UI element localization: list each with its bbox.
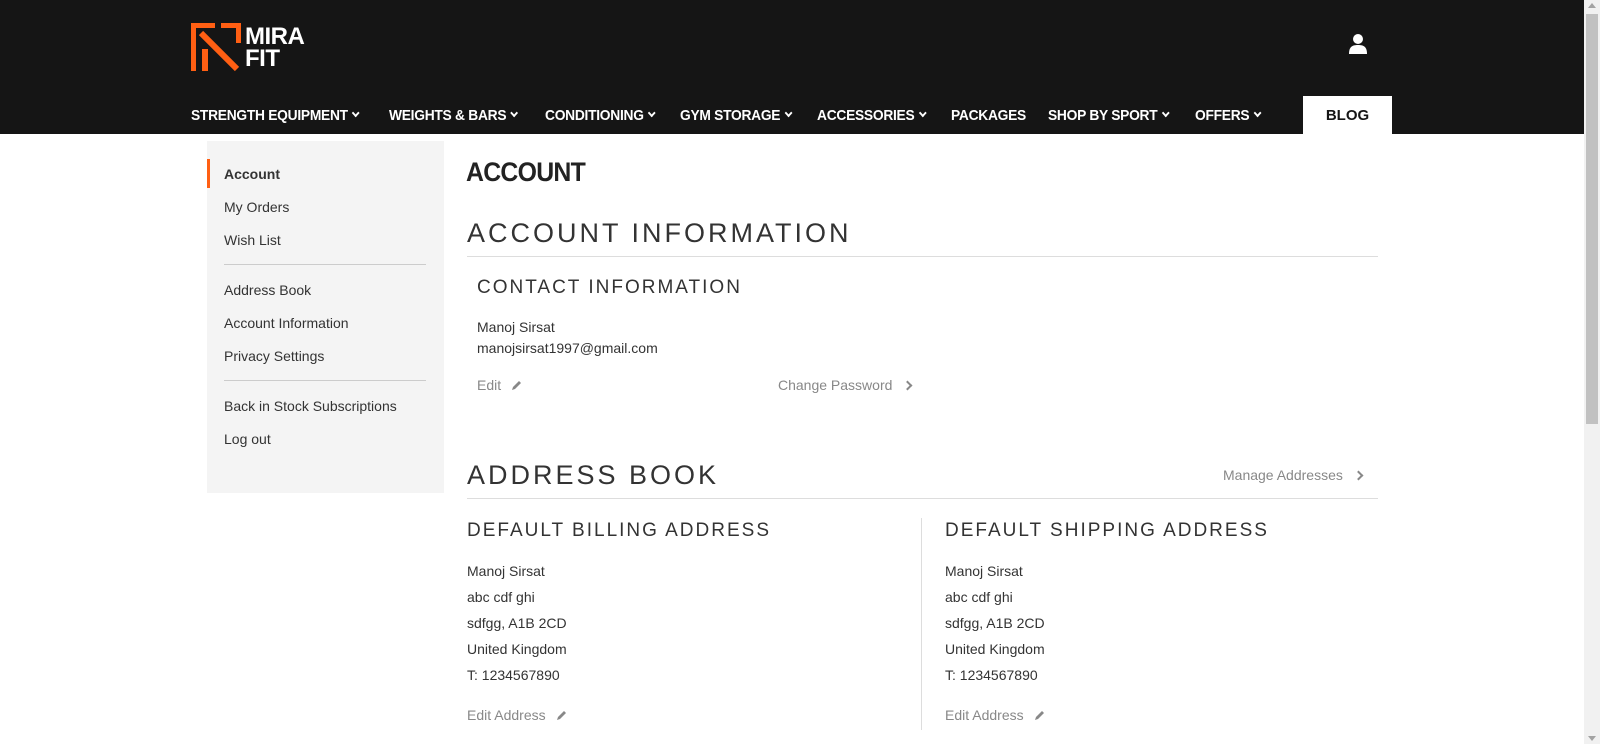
scroll-down-arrow-icon[interactable] [1588, 736, 1596, 741]
nav-shop-by-sport[interactable]: SHOP BY SPORT [1048, 106, 1171, 124]
edit-address-label: Edit Address [945, 707, 1024, 723]
edit-contact-link[interactable]: Edit [477, 377, 523, 393]
address-book-heading: ADDRESS BOOK [467, 460, 720, 490]
chevron-down-icon [511, 108, 519, 118]
mirafit-logo[interactable]: MIRA FIT [191, 22, 341, 74]
change-password-label: Change Password [778, 377, 893, 393]
chevron-right-icon [1353, 470, 1364, 480]
nav-packages[interactable]: PACKAGES [951, 107, 1026, 124]
blog-button[interactable]: BLOG [1303, 96, 1392, 134]
contact-email: manojsirsat1997@gmail.com [477, 340, 658, 356]
nav-conditioning[interactable]: CONDITIONING [544, 106, 656, 124]
shipping-line: sdfgg, A1B 2CD [945, 615, 1045, 631]
edit-address-label: Edit Address [467, 707, 546, 723]
sidebar-item-account-information[interactable]: Account Information [207, 306, 444, 339]
account-sidebar: Account My Orders Wish List Address Book… [207, 141, 444, 493]
billing-line: T: 1234567890 [467, 667, 560, 683]
chevron-down-icon [1162, 108, 1171, 118]
edit-shipping-address-link[interactable]: Edit Address [945, 707, 1046, 723]
chevron-down-icon [647, 108, 656, 118]
billing-line: Manoj Sirsat [467, 563, 545, 579]
chevron-right-icon [902, 380, 913, 390]
nav-gym-storage[interactable]: GYM STORAGE [680, 106, 793, 124]
logo-text: MIRA FIT [245, 25, 305, 72]
edit-label: Edit [477, 377, 502, 393]
billing-address-heading: DEFAULT BILLING ADDRESS [467, 520, 771, 541]
sidebar-item-back-in-stock[interactable]: Back in Stock Subscriptions [207, 389, 444, 422]
sidebar-divider [224, 264, 426, 265]
sidebar-item-my-orders[interactable]: My Orders [207, 190, 444, 223]
nav-label: OFFERS [1195, 106, 1250, 124]
edit-billing-address-link[interactable]: Edit Address [467, 707, 568, 723]
contact-information-heading: CONTACT INFORMATION [477, 277, 742, 298]
shipping-address-heading: DEFAULT SHIPPING ADDRESS [945, 520, 1269, 541]
pencil-icon [556, 711, 566, 720]
logo-line-2: FIT [245, 45, 280, 72]
shipping-line: United Kingdom [945, 641, 1045, 657]
sidebar-item-log-out[interactable]: Log out [207, 422, 444, 455]
chevron-down-icon [918, 108, 927, 118]
sidebar-item-address-book[interactable]: Address Book [207, 273, 444, 306]
pencil-icon [1034, 711, 1044, 720]
scrollbar-thumb[interactable] [1586, 14, 1598, 424]
pencil-icon [512, 381, 522, 390]
chevron-down-icon [1254, 108, 1262, 118]
vertical-scrollbar[interactable] [1584, 0, 1600, 744]
user-account-icon[interactable] [1348, 33, 1368, 55]
nav-label: WEIGHTS & BARS [389, 106, 507, 124]
page-title: ACCOUNT [466, 157, 586, 187]
nav-label: SHOP BY SPORT [1048, 106, 1158, 124]
nav-label: ACCESSORIES [817, 106, 915, 124]
billing-line: abc cdf ghi [467, 589, 535, 605]
shipping-line: T: 1234567890 [945, 667, 1038, 683]
sidebar-item-privacy-settings[interactable]: Privacy Settings [207, 339, 444, 372]
main-navigation: STRENGTH EQUIPMENT WEIGHTS & BARS CONDIT… [191, 96, 1282, 134]
nav-label: CONDITIONING [544, 106, 644, 124]
manage-addresses-label: Manage Addresses [1223, 467, 1343, 483]
change-password-link[interactable]: Change Password [778, 377, 913, 393]
chevron-down-icon [352, 108, 361, 118]
section-divider [467, 498, 1378, 499]
nav-offers[interactable]: OFFERS [1195, 106, 1262, 124]
billing-line: United Kingdom [467, 641, 567, 657]
site-header: MIRA FIT STRENGTH EQUIPMENT WEIGHTS & BA… [0, 0, 1584, 134]
nav-label: STRENGTH EQUIPMENT [191, 106, 348, 124]
nav-label: PACKAGES [950, 106, 1026, 124]
nav-weights-bars[interactable]: WEIGHTS & BARS [389, 106, 519, 124]
chevron-down-icon [784, 108, 793, 118]
account-information-heading: ACCOUNT INFORMATION [467, 218, 852, 248]
logo-mark-icon [191, 23, 241, 72]
nav-accessories[interactable]: ACCESSORIES [817, 106, 927, 124]
shipping-line: Manoj Sirsat [945, 563, 1023, 579]
section-divider [467, 256, 1378, 257]
shipping-line: abc cdf ghi [945, 589, 1013, 605]
nav-strength-equipment[interactable]: STRENGTH EQUIPMENT [191, 106, 361, 124]
address-column-divider [921, 518, 922, 730]
nav-label: GYM STORAGE [680, 106, 781, 124]
scroll-up-arrow-icon[interactable] [1588, 3, 1596, 8]
billing-line: sdfgg, A1B 2CD [467, 615, 567, 631]
sidebar-item-wish-list[interactable]: Wish List [207, 223, 444, 256]
manage-addresses-link[interactable]: Manage Addresses [1223, 467, 1364, 483]
sidebar-item-account[interactable]: Account [207, 157, 444, 190]
sidebar-divider [224, 380, 426, 381]
contact-name: Manoj Sirsat [477, 319, 555, 335]
